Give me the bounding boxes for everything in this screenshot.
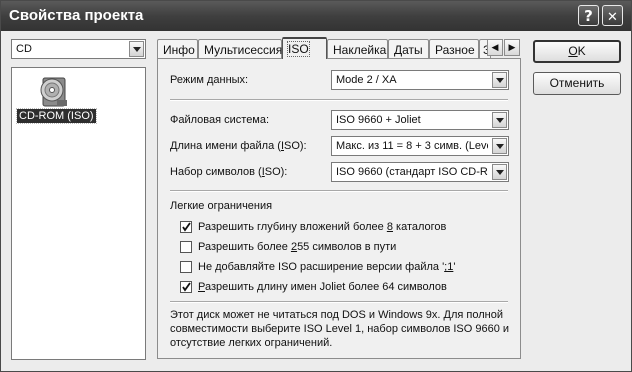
help-icon: ? — [584, 7, 593, 25]
tab-info[interactable]: Инфо — [157, 39, 198, 58]
cd-disc-icon — [40, 77, 67, 107]
project-properties-dialog: Свойства проекта ? ✕ CD CD-ROM (ISO) Инф… — [0, 0, 632, 372]
arrow-left-icon: ◀ — [491, 42, 499, 52]
data-mode-select[interactable]: Mode 2 / XA — [331, 70, 509, 90]
checkmark-icon — [182, 222, 191, 232]
source-combo[interactable]: CD — [11, 39, 146, 59]
chevron-down-icon[interactable] — [492, 164, 507, 180]
charset-select[interactable]: ISO 9660 (стандарт ISO CD-ROM — [331, 162, 509, 182]
filename-length-select[interactable]: Макс. из 11 = 8 + 3 симв. (Level — [331, 136, 509, 156]
divider — [170, 190, 508, 192]
iso-tab-page: Режим данных: Mode 2 / XA Файловая систе… — [157, 58, 521, 359]
ok-button[interactable]: OK — [533, 40, 621, 63]
title-bar: Свойства проекта ? ✕ — [1, 1, 631, 31]
chevron-down-icon[interactable] — [492, 112, 507, 128]
tab-scroll-right-button[interactable]: ▶ — [504, 39, 520, 56]
checkbox[interactable] — [180, 221, 192, 233]
charset-label: Набор символов (ISO): — [170, 166, 288, 178]
tab-scroll: ◀ ▶ — [487, 39, 520, 56]
tab-dates[interactable]: Даты — [388, 39, 429, 58]
close-icon: ✕ — [607, 10, 618, 25]
tab-scroll-left-button[interactable]: ◀ — [487, 39, 503, 56]
chevron-down-icon[interactable] — [129, 41, 144, 57]
data-mode-label: Режим данных: — [170, 74, 249, 86]
filesystem-label: Файловая система: — [170, 114, 270, 126]
window-title: Свойства проекта — [9, 7, 144, 24]
relaxations-heading: Легкие ограничения — [170, 200, 273, 212]
checkbox[interactable] — [180, 241, 192, 253]
divider — [170, 301, 508, 303]
tree-item-label: CD-ROM (ISO) — [16, 108, 97, 124]
checkbox[interactable] — [180, 261, 192, 273]
compatibility-note: Этот диск может не читаться под DOS и Wi… — [170, 309, 510, 349]
arrow-right-icon: ▶ — [508, 42, 516, 52]
option-label: Разрешить глубину вложений более 8 катал… — [198, 221, 447, 233]
tab-iso[interactable]: ISO — [282, 37, 327, 59]
chevron-down-icon[interactable] — [492, 72, 507, 88]
source-combo-value: CD — [16, 43, 32, 55]
option-label: Разрешить более 255 символов в пути — [198, 241, 397, 253]
tree-item-cd-rom[interactable]: CD-ROM (ISO) — [16, 76, 107, 126]
option-deep-dirs[interactable]: Разрешить глубину вложений более 8 катал… — [180, 220, 500, 236]
option-label: Не добавляйте ISO расширение версии файл… — [198, 261, 456, 273]
divider — [170, 99, 508, 101]
option-long-paths[interactable]: Разрешить более 255 символов в пути — [180, 240, 500, 256]
checkmark-icon — [182, 282, 191, 292]
filename-length-label: Длина имени файла (ISO): — [170, 140, 307, 152]
option-no-version-ext[interactable]: Не добавляйте ISO расширение версии файл… — [180, 260, 500, 276]
tab-label[interactable]: Наклейка — [327, 39, 388, 58]
chevron-down-icon[interactable] — [492, 138, 507, 154]
cancel-button[interactable]: Отменить — [533, 72, 621, 95]
tab-misc[interactable]: Разное — [429, 39, 479, 58]
checkbox[interactable] — [180, 281, 192, 293]
option-long-joliet[interactable]: Разрешить длину имен Joliet более 64 сим… — [180, 280, 500, 296]
close-button[interactable]: ✕ — [602, 5, 623, 26]
tab-multisession[interactable]: Мультисессия — [198, 39, 282, 58]
project-tree[interactable]: CD-ROM (ISO) — [11, 67, 146, 360]
help-button[interactable]: ? — [578, 5, 599, 26]
filesystem-select[interactable]: ISO 9660 + Joliet — [331, 110, 509, 130]
option-label: Разрешить длину имен Joliet более 64 сим… — [198, 281, 447, 293]
